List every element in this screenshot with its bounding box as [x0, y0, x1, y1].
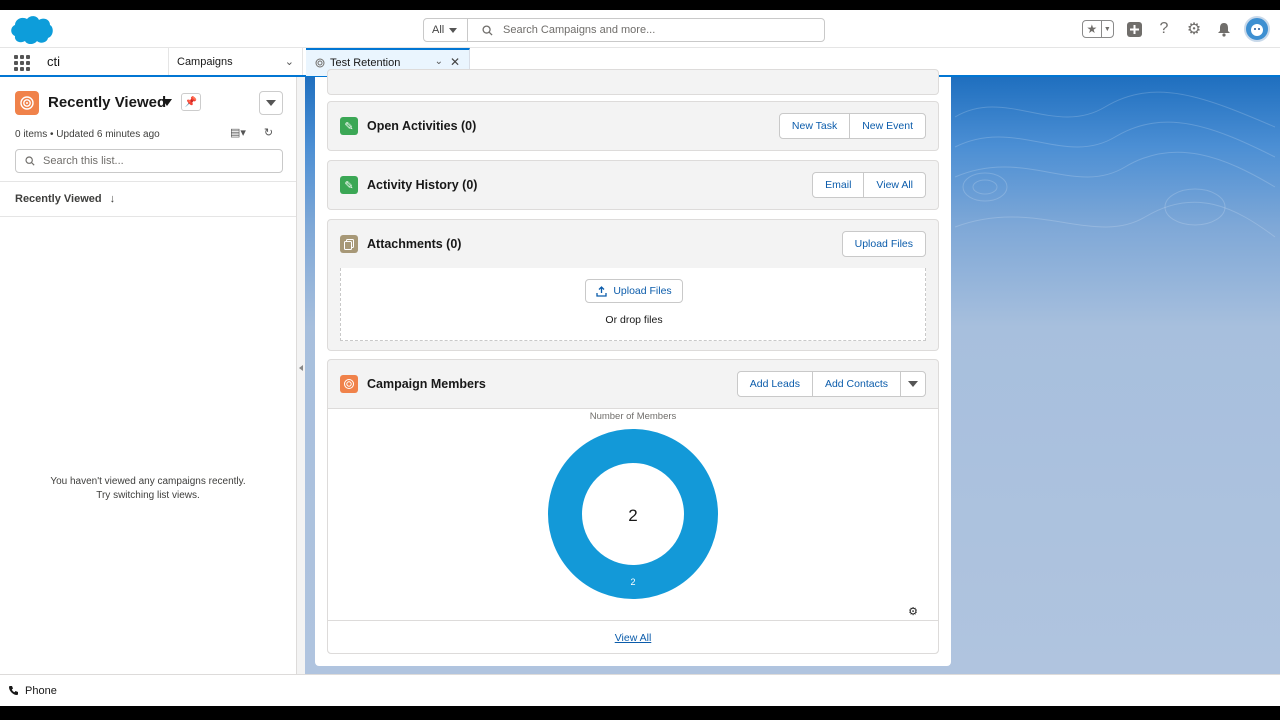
- help-icon[interactable]: ?: [1154, 19, 1174, 39]
- campaign-members-card: Campaign Members Add Leads Add Contacts …: [327, 359, 939, 654]
- salesforce-logo-icon[interactable]: [8, 14, 54, 46]
- user-avatar[interactable]: [1244, 16, 1270, 42]
- svg-text:⚙: ⚙: [908, 606, 918, 618]
- utility-item-phone[interactable]: Phone: [25, 685, 57, 697]
- file-icon: [340, 235, 358, 253]
- new-task-button[interactable]: New Task: [779, 114, 851, 138]
- favorites-dropdown-icon[interactable]: ▼: [1102, 21, 1113, 37]
- previous-card: [327, 69, 939, 95]
- refresh-icon[interactable]: ↻: [264, 126, 273, 139]
- campaign-icon: [340, 375, 358, 393]
- add-leads-button[interactable]: Add Leads: [737, 372, 813, 396]
- donut-slice-label: 2: [630, 577, 635, 587]
- chevron-down-icon: [908, 381, 918, 387]
- card-title[interactable]: Campaign Members: [367, 377, 737, 391]
- view-all-link[interactable]: View All: [615, 632, 652, 644]
- button-group: New Task New Event: [778, 113, 926, 139]
- search-scope-label: All: [432, 24, 445, 36]
- add-contacts-button[interactable]: Add Contacts: [812, 372, 901, 396]
- list-search-placeholder: Search this list...: [43, 155, 124, 167]
- card-header: ✎ Open Activities (0) New Task New Event: [328, 102, 938, 150]
- nav-item-campaigns[interactable]: Campaigns ⌄: [168, 48, 303, 75]
- column-header-label: Recently Viewed: [15, 193, 102, 205]
- attachments-card: Attachments (0) Upload Files Upload File…: [327, 219, 939, 351]
- new-event-button[interactable]: New Event: [850, 114, 925, 138]
- open-activities-card: ✎ Open Activities (0) New Task New Event: [327, 101, 939, 151]
- app-launcher-icon[interactable]: [14, 55, 30, 71]
- list-view-title[interactable]: Recently Viewed: [48, 94, 166, 111]
- view-all-button[interactable]: View All: [864, 173, 925, 197]
- view-all-footer: View All: [328, 620, 938, 653]
- global-search: All Search Campaigns and more...: [423, 18, 825, 42]
- list-view-switcher-icon[interactable]: [162, 99, 172, 106]
- search-scope-dropdown[interactable]: All: [424, 19, 468, 41]
- card-header: Attachments (0) Upload Files: [328, 220, 938, 268]
- empty-state-message: You haven't viewed any campaigns recentl…: [0, 475, 296, 503]
- activity-history-card: ✎ Activity History (0) Email View All: [327, 160, 939, 210]
- card-title[interactable]: Open Activities (0): [367, 119, 779, 133]
- chevron-down-icon: [266, 100, 276, 106]
- wrench-icon: ✎: [340, 176, 358, 194]
- split-view-toggle[interactable]: [297, 77, 305, 674]
- list-view-controls: ▤▾ ↻: [230, 126, 273, 139]
- upload-files-label: Upload Files: [613, 285, 672, 297]
- split-list-view: Recently Viewed 📌 0 items • Updated 6 mi…: [0, 77, 297, 674]
- chart-title: Number of Members: [590, 411, 677, 422]
- collapse-arrow-icon: [299, 365, 303, 371]
- app-name: cti: [47, 54, 60, 69]
- chevron-down-icon[interactable]: ⌄: [285, 55, 294, 68]
- button-group: Email View All: [812, 172, 926, 198]
- header-utility-icons: ★ ▼ ? ⚙: [1082, 16, 1270, 42]
- button-group: Add Leads Add Contacts: [736, 371, 926, 397]
- gear-icon[interactable]: ⚙: [1184, 19, 1204, 39]
- list-search-input[interactable]: Search this list...: [15, 149, 283, 173]
- campaign-icon: [15, 91, 39, 115]
- phone-icon: [9, 686, 18, 695]
- more-actions-button[interactable]: [901, 372, 925, 396]
- chart-settings-gear-icon[interactable]: ⚙: [908, 606, 918, 618]
- star-icon[interactable]: ★: [1083, 21, 1102, 37]
- card-header: Campaign Members Add Leads Add Contacts: [328, 360, 938, 408]
- card-title[interactable]: Activity History (0): [367, 178, 812, 192]
- workspace-tab-label: Test Retention: [330, 57, 401, 69]
- empty-state-line: You haven't viewed any campaigns recentl…: [50, 476, 246, 487]
- file-drop-zone[interactable]: Upload Files Or drop files: [340, 268, 926, 341]
- members-chart-area: Number of Members 2 2 ⚙: [328, 408, 938, 620]
- chevron-down-icon: [449, 27, 458, 33]
- list-view-meta: 0 items • Updated 6 minutes ago: [15, 129, 160, 140]
- app-frame: All Search Campaigns and more... ★ ▼ ? ⚙: [0, 10, 1280, 706]
- search-input[interactable]: Search Campaigns and more...: [468, 19, 824, 41]
- favorites-button-group: ★ ▼: [1082, 20, 1114, 38]
- list-view-menu-button[interactable]: [259, 91, 283, 115]
- empty-state-line: Try switching list views.: [96, 490, 200, 501]
- button-group: Upload Files: [841, 231, 926, 257]
- global-header: All Search Campaigns and more... ★ ▼ ? ⚙: [0, 10, 1280, 48]
- card-title[interactable]: Attachments (0): [367, 237, 842, 251]
- upload-files-button[interactable]: Upload Files: [842, 232, 925, 256]
- related-lists-panel: ✎ Open Activities (0) New Task New Event…: [315, 69, 951, 666]
- column-header-recently-viewed[interactable]: Recently Viewed ↓: [0, 181, 296, 217]
- display-as-icon[interactable]: ▤▾: [230, 126, 246, 139]
- search-placeholder: Search Campaigns and more...: [503, 24, 656, 36]
- pin-icon[interactable]: 📌: [181, 93, 201, 111]
- search-icon: [482, 24, 493, 36]
- email-button[interactable]: Email: [813, 173, 865, 197]
- topography-pattern-icon: [954, 91, 1276, 238]
- members-donut-chart: Number of Members 2 2 ⚙: [548, 411, 918, 618]
- close-icon[interactable]: ✕: [450, 55, 460, 69]
- upload-files-dropzone-button[interactable]: Upload Files: [585, 279, 683, 303]
- nav-item-label: Campaigns: [177, 55, 233, 68]
- search-icon: [25, 156, 35, 166]
- drop-files-label: Or drop files: [605, 314, 663, 326]
- upload-icon: [596, 285, 607, 297]
- bell-icon[interactable]: [1214, 19, 1234, 39]
- card-header: ✎ Activity History (0) Email View All: [328, 161, 938, 209]
- wrench-icon: ✎: [340, 117, 358, 135]
- chart-center-value: 2: [628, 506, 637, 525]
- campaign-icon: [315, 58, 325, 68]
- plus-icon[interactable]: [1124, 19, 1144, 39]
- sort-arrow-down-icon: ↓: [109, 193, 116, 205]
- chevron-down-icon[interactable]: ⌄: [435, 56, 443, 67]
- utility-bar: Phone: [0, 674, 1280, 706]
